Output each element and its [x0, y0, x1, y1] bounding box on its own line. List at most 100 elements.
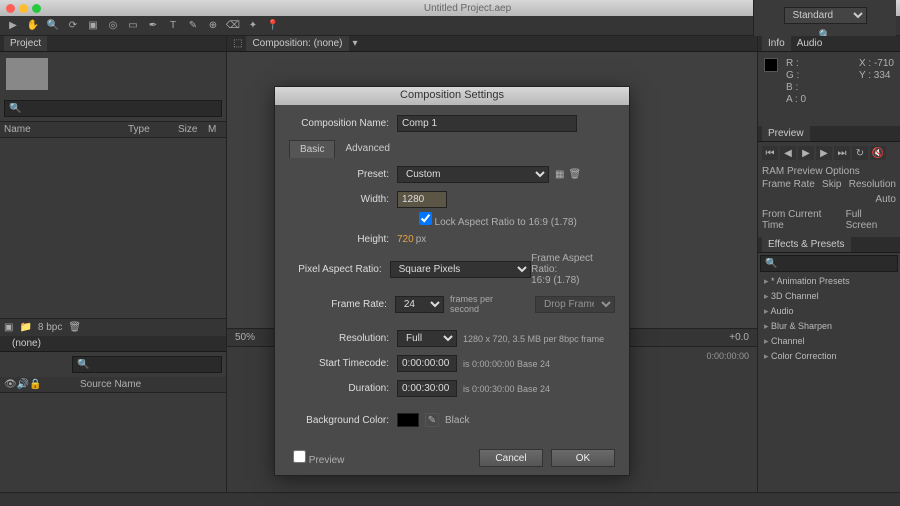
col-size[interactable]: Size	[178, 124, 208, 135]
eraser-tool-icon[interactable]: ⌫	[224, 18, 242, 34]
last-frame-icon[interactable]: ⏭	[834, 146, 850, 160]
lock-aspect-label: Lock Aspect Ratio to 16:9 (1.78)	[435, 217, 577, 228]
height-label: Height:	[289, 234, 397, 245]
minimize-icon[interactable]	[19, 4, 28, 13]
close-icon[interactable]	[6, 4, 15, 13]
comp-name-input[interactable]	[397, 115, 577, 132]
dropdown-icon[interactable]: ▾	[353, 38, 358, 49]
statusbar	[0, 492, 900, 506]
next-frame-icon[interactable]: ▶	[816, 146, 832, 160]
duration-input[interactable]	[397, 380, 457, 397]
col-name[interactable]: Name	[4, 124, 128, 135]
tab-timeline[interactable]: (none)	[6, 336, 47, 351]
current-time[interactable]: 0:00:00:00	[706, 351, 749, 361]
project-column-headers: Name Type Size M	[0, 121, 226, 138]
preview-auto[interactable]: Auto	[875, 194, 896, 205]
timeline-panel: (none) 👁🔊🔒 Source Name Toggle Switches /…	[0, 336, 226, 506]
resolution-hint: 1280 x 720, 3.5 MB per 8bpc frame	[463, 334, 604, 344]
ram-preview-label: RAM Preview Options	[762, 166, 896, 177]
tab-composition[interactable]: Composition: (none)	[246, 36, 348, 51]
camera-tool-icon[interactable]: ▣	[84, 18, 102, 34]
info-y: Y : 334	[859, 70, 894, 82]
pen-tool-icon[interactable]: ✒	[144, 18, 162, 34]
flowchart-icon[interactable]: ⬚	[233, 38, 242, 49]
brush-tool-icon[interactable]: ✎	[184, 18, 202, 34]
timeline-layers[interactable]	[0, 393, 226, 492]
col-source-name[interactable]: Source Name	[80, 379, 141, 390]
rotate-tool-icon[interactable]: ⟳	[64, 18, 82, 34]
interpret-icon[interactable]: ▣	[4, 322, 13, 333]
preview-resolution-label: Resolution	[849, 179, 896, 190]
mute-icon[interactable]: 🔇	[870, 146, 886, 160]
bg-color-label: Background Color:	[289, 415, 397, 426]
workspace-select[interactable]: Standard	[784, 7, 867, 24]
far-value: 16:9 (1.78)	[531, 275, 615, 286]
clone-tool-icon[interactable]: ⊕	[204, 18, 222, 34]
eyedropper-icon[interactable]: ✎	[425, 413, 439, 427]
cancel-button[interactable]: Cancel	[479, 449, 543, 467]
effect-category[interactable]: Blur & Sharpen	[760, 319, 898, 334]
fps-select[interactable]: 24	[395, 296, 444, 313]
resolution-label: Resolution:	[289, 333, 397, 344]
project-panel: Project Name Type Size M ▣ 📁 8 bpc 🗑	[0, 36, 226, 336]
first-frame-icon[interactable]: ⏮	[762, 146, 778, 160]
project-search-input[interactable]	[4, 100, 222, 117]
prev-frame-icon[interactable]: ◀	[780, 146, 796, 160]
tab-effects[interactable]: Effects & Presets	[762, 237, 851, 252]
bg-color-swatch[interactable]	[397, 413, 419, 427]
col-type[interactable]: Type	[128, 124, 178, 135]
type-tool-icon[interactable]: T	[164, 18, 182, 34]
effect-category[interactable]: Channel	[760, 334, 898, 349]
trash-icon[interactable]: 🗑	[68, 322, 81, 333]
tab-audio[interactable]: Audio	[791, 36, 829, 51]
effect-category[interactable]: * Animation Presets	[760, 274, 898, 289]
zoom-tool-icon[interactable]: 🔍	[44, 18, 62, 34]
delete-preset-icon[interactable]: 🗑	[568, 169, 581, 180]
tab-basic[interactable]: Basic	[289, 140, 335, 158]
dialog-title: Composition Settings	[275, 87, 629, 105]
width-input[interactable]	[397, 191, 447, 208]
tab-project[interactable]: Project	[4, 36, 47, 51]
bg-color-name: Black	[445, 415, 469, 426]
ok-button[interactable]: OK	[551, 449, 615, 467]
col-m[interactable]: M	[208, 124, 222, 135]
start-timecode-input[interactable]	[397, 355, 457, 372]
tab-advanced[interactable]: Advanced	[335, 140, 399, 158]
pan-behind-tool-icon[interactable]: ◎	[104, 18, 122, 34]
preview-checkbox[interactable]: Preview	[289, 450, 344, 466]
preview-panel: ⏮ ◀ ▶ ▶ ⏭ ↻ 🔇 RAM Preview Options Frame …	[758, 142, 900, 237]
tab-preview[interactable]: Preview	[762, 126, 810, 141]
puppet-tool-icon[interactable]: 📍	[264, 18, 282, 34]
par-select[interactable]: Square Pixels	[390, 261, 532, 278]
selection-tool-icon[interactable]: ▶	[4, 18, 22, 34]
roto-tool-icon[interactable]: ✦	[244, 18, 262, 34]
effects-search-input[interactable]	[760, 255, 898, 272]
project-items-list[interactable]	[0, 138, 226, 318]
lock-aspect-checkbox[interactable]	[419, 212, 432, 225]
preset-select[interactable]: Custom	[397, 166, 549, 183]
resolution-select[interactable]: Full	[397, 330, 457, 347]
start-timecode-label: Start Timecode:	[289, 358, 397, 369]
full-screen-checkbox[interactable]: Full Screen	[846, 209, 896, 231]
magnification[interactable]: 50%	[235, 332, 255, 343]
tab-info[interactable]: Info	[762, 36, 791, 51]
loop-icon[interactable]: ↻	[852, 146, 868, 160]
from-current-checkbox[interactable]: From Current Time	[762, 209, 846, 231]
timeline-search-input[interactable]	[72, 356, 222, 373]
effect-category[interactable]: Audio	[760, 304, 898, 319]
project-thumbnail	[6, 58, 48, 90]
effect-category[interactable]: Color Correction	[760, 349, 898, 364]
exposure[interactable]: +0.0	[729, 332, 749, 343]
zoom-icon[interactable]	[32, 4, 41, 13]
composition-settings-dialog: Composition Settings Composition Name: B…	[274, 86, 630, 476]
effect-category[interactable]: 3D Channel	[760, 289, 898, 304]
folder-icon[interactable]: 📁	[19, 322, 31, 333]
height-value[interactable]: 720	[397, 234, 414, 245]
hand-tool-icon[interactable]: ✋	[24, 18, 42, 34]
bpc-button[interactable]: 8 bpc	[38, 322, 62, 333]
workspace-label: Workspace:	[799, 0, 852, 1]
fps-unit: frames per second	[450, 294, 523, 314]
play-icon[interactable]: ▶	[798, 146, 814, 160]
save-preset-icon[interactable]: ▦	[555, 169, 564, 180]
shape-tool-icon[interactable]: ▭	[124, 18, 142, 34]
